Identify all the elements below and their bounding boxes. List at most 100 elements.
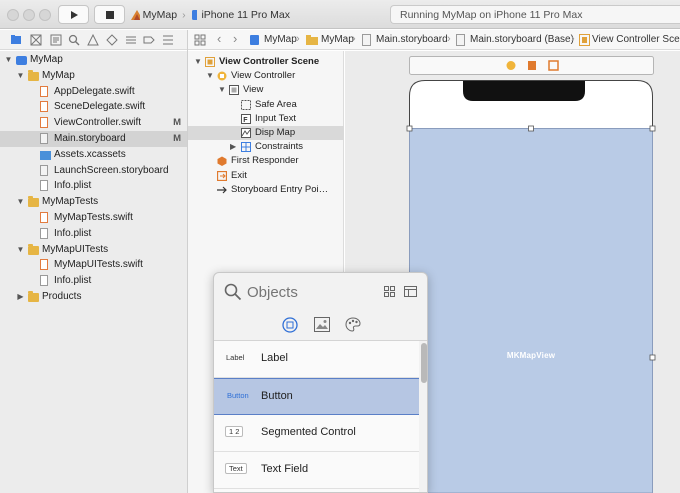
outline-item[interactable]: First Responder <box>188 154 344 168</box>
assets-icon <box>40 150 51 160</box>
breakpoint-navigator-icon[interactable] <box>143 34 155 46</box>
library-item[interactable]: Text Text Field <box>214 452 419 489</box>
media-tab-icon[interactable] <box>314 317 330 332</box>
outline-item[interactable]: ▼ View Controller Scene <box>188 55 344 69</box>
library-scrollbar[interactable] <box>420 341 427 492</box>
disclosure-open-icon[interactable]: ▼ <box>4 55 13 64</box>
navigator-item[interactable]: ▼ MyMap <box>0 52 187 68</box>
plist-file-icon <box>40 275 48 287</box>
navigator-item[interactable]: ViewController.swift M <box>0 115 187 131</box>
library-item[interactable]: 1 2 Segmented Control <box>214 415 419 452</box>
breadcrumb-localization[interactable]: Main.storyboard (Base) <box>470 34 574 45</box>
disclosure-open-icon[interactable]: ▼ <box>194 57 202 66</box>
navigator-item[interactable]: ▶ Products <box>0 289 187 305</box>
library-search-bar <box>214 273 427 309</box>
navigator-item[interactable]: Main.storyboard M <box>0 131 187 147</box>
play-icon <box>70 10 78 19</box>
navigator-item[interactable]: Info.plist <box>0 178 187 194</box>
project-navigator-icon[interactable] <box>10 34 22 46</box>
objects-tab-icon[interactable] <box>282 317 298 333</box>
navigator-item[interactable]: MyMapUITests.swift <box>0 257 187 273</box>
storyboard-file-icon <box>40 164 48 176</box>
navigator-item[interactable]: AppDelegate.swift <box>0 84 187 100</box>
navigator-item[interactable]: ▼ MyMapTests <box>0 194 187 210</box>
find-navigator-icon[interactable] <box>68 34 80 46</box>
exit-icon <box>217 170 227 181</box>
forward-button[interactable]: › <box>233 31 237 46</box>
debug-navigator-icon[interactable] <box>125 34 137 46</box>
symbol-navigator-icon[interactable] <box>50 34 62 46</box>
breadcrumb-project[interactable]: MyMap <box>264 34 297 45</box>
storyboard-file-icon <box>456 34 465 46</box>
navigator-item-label: Info.plist <box>54 275 92 287</box>
list-view-icon[interactable] <box>404 286 417 297</box>
folder-icon <box>28 69 39 81</box>
library-item[interactable]: Button Button <box>214 378 419 415</box>
swift-file-icon <box>40 212 48 223</box>
folder-icon <box>28 291 39 302</box>
outline-item[interactable]: Disp Map <box>188 126 344 140</box>
library-search-input[interactable] <box>247 281 367 303</box>
disclosure-open-icon[interactable]: ▼ <box>218 85 226 94</box>
back-button[interactable]: ‹ <box>217 31 221 46</box>
outline-item[interactable]: Safe Area <box>188 98 344 112</box>
navigator-item[interactable]: SceneDelegate.swift <box>0 99 187 115</box>
outline-item[interactable]: ▼ View <box>188 83 344 97</box>
zoom-window-button[interactable] <box>39 9 51 21</box>
library-item[interactable]: Label Label <box>214 341 419 378</box>
navigator-item[interactable]: ▼ MyMapUITests <box>0 242 187 258</box>
scene-icon <box>579 34 590 46</box>
library-item-name: Text Field <box>261 463 309 475</box>
grid-view-icon[interactable] <box>384 286 395 297</box>
folder-icon <box>306 35 318 45</box>
navigator-item[interactable]: LaunchScreen.storyboard <box>0 163 187 179</box>
project-icon <box>16 56 27 65</box>
window-toolbar: MyMap › iPhone 11 Pro Max Running MyMap … <box>0 0 680 29</box>
view-controller-dock-icon <box>506 61 516 70</box>
issue-navigator-icon[interactable] <box>87 34 99 46</box>
text-field-icon: F <box>241 113 251 124</box>
outline-item[interactable]: Exit <box>188 169 344 183</box>
source-control-status-badge: M <box>173 133 181 144</box>
scrollbar-thumb[interactable] <box>421 343 427 383</box>
swift-file-icon <box>40 117 48 129</box>
navigator-item[interactable]: Info.plist <box>0 226 187 242</box>
disclosure-open-icon[interactable]: ▼ <box>16 245 25 254</box>
disclosure-closed-icon[interactable]: ▶ <box>230 142 236 151</box>
chevron-right-icon: › <box>182 8 186 21</box>
report-navigator-icon[interactable] <box>162 34 174 46</box>
source-control-icon[interactable] <box>30 34 42 46</box>
library-item-thumbnail: 1 2 <box>225 426 244 437</box>
breadcrumb-group[interactable]: MyMap <box>321 34 354 45</box>
stop-button[interactable] <box>94 5 125 24</box>
disclosure-open-icon[interactable]: ▼ <box>206 71 214 80</box>
test-navigator-icon[interactable] <box>106 34 118 46</box>
outline-item[interactable]: ▶ Constraints <box>188 140 344 154</box>
outline-item[interactable]: ▼ View Controller <box>188 69 344 83</box>
navigator-item[interactable]: MyMapTests.swift <box>0 210 187 226</box>
plist-file-icon <box>40 227 48 239</box>
navigator-item-label: ViewController.swift <box>54 117 142 129</box>
navigator-item-label: MyMapTests <box>42 196 99 208</box>
outline-item-label: First Responder <box>231 155 299 167</box>
swift-file-icon <box>40 101 48 113</box>
outline-item[interactable]: Storyboard Entry Poi… <box>188 183 344 197</box>
color-palette-tab-icon[interactable] <box>345 317 361 332</box>
disclosure-open-icon[interactable]: ▼ <box>16 71 25 80</box>
disclosure-open-icon[interactable]: ▼ <box>16 197 25 206</box>
run-button[interactable] <box>58 5 89 24</box>
outline-item[interactable]: F Input Text <box>188 112 344 126</box>
breadcrumb-scene[interactable]: View Controller Scene <box>592 34 680 45</box>
close-window-button[interactable] <box>7 9 19 21</box>
device-name: iPhone 11 Pro Max <box>201 8 290 21</box>
navigator-item[interactable]: ▼ MyMap <box>0 68 187 84</box>
navigator-item-label: LaunchScreen.storyboard <box>54 164 169 176</box>
navigator-item[interactable]: Info.plist <box>0 273 187 289</box>
related-items-icon[interactable] <box>194 34 206 46</box>
map-view-label: MKMapView <box>506 351 556 360</box>
disclosure-closed-icon[interactable]: ▶ <box>16 292 25 301</box>
minimize-window-button[interactable] <box>23 9 35 21</box>
navigator-item[interactable]: Assets.xcassets <box>0 147 187 163</box>
scheme-selector[interactable]: MyMap › iPhone 11 Pro Max <box>130 5 290 24</box>
breadcrumb-file[interactable]: Main.storyboard <box>376 34 448 45</box>
